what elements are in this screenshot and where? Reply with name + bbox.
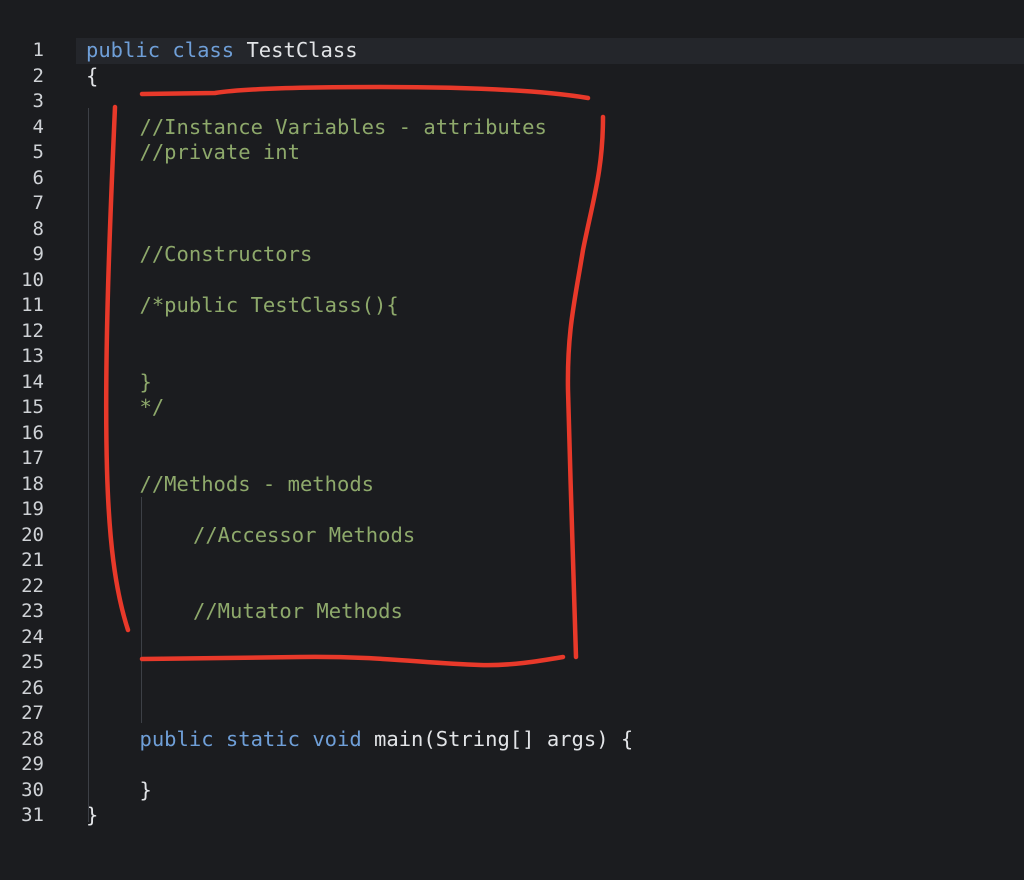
code-token: } [139, 777, 152, 802]
line-number: 22 [21, 574, 44, 597]
line-number: 6 [32, 166, 44, 189]
line-number: 4 [32, 115, 44, 138]
line-number: 17 [21, 447, 44, 470]
annotation-stroke-left [103, 104, 131, 633]
keyword-token: static [225, 726, 300, 751]
comment-token: //Instance Variables - attributes [139, 114, 547, 139]
code-editor[interactable]: 1 2 3 4 5 6 7 8 9 10 11 12 13 14 15 16 17 18 19 20 21 22 23 24 2… [0, 0, 1024, 880]
line-number: 18 [21, 472, 44, 495]
code-line: */ [140, 395, 165, 421]
code-token: { [86, 63, 99, 88]
line-number: 8 [32, 217, 44, 240]
indent-guide [141, 497, 142, 723]
line-number: 13 [21, 345, 44, 368]
keyword-token: void [312, 726, 362, 751]
code-line: { [86, 64, 98, 90]
line-number: 31 [21, 804, 44, 827]
line-number: 12 [21, 319, 44, 342]
code-line: } [140, 778, 152, 804]
line-number: 16 [21, 421, 44, 444]
line-number: 29 [21, 753, 44, 776]
line-number: 11 [21, 294, 44, 317]
code-line: public class TestClass [86, 38, 358, 64]
code-line: //Accessor Methods [193, 523, 415, 549]
comment-token: //Mutator Methods [193, 599, 403, 624]
comment-token: //Constructors [139, 242, 313, 267]
indent-guide [88, 108, 89, 822]
line-number: 19 [21, 498, 44, 521]
line-number: 15 [21, 396, 44, 419]
line-number: 7 [32, 192, 44, 215]
code-line: } [140, 370, 152, 396]
line-number: 5 [32, 141, 44, 164]
line-number: 9 [32, 243, 44, 266]
line-number: 3 [32, 90, 44, 113]
line-number: 14 [21, 370, 44, 393]
line-number: 21 [21, 549, 44, 572]
code-line: //Instance Variables - attributes [140, 115, 547, 141]
line-number: 26 [21, 676, 44, 699]
keyword-token: class [172, 38, 235, 63]
line-number: 30 [21, 778, 44, 801]
annotation-stroke-bottom [139, 654, 566, 668]
code-token: main(String[] args) { [374, 726, 634, 751]
code-line: public static void main(String[] args) { [140, 727, 634, 753]
code-line: //Methods - methods [140, 472, 375, 498]
comment-token: //Accessor Methods [193, 522, 416, 547]
line-number: 10 [21, 268, 44, 291]
code-line: /*public TestClass(){ [140, 293, 399, 319]
code-line: //Constructors [140, 242, 313, 268]
code-line: //private int [140, 140, 300, 166]
line-number: 1 [32, 39, 44, 62]
comment-token: //Methods - methods [139, 471, 375, 496]
comment-token: //private int [139, 140, 300, 165]
comment-token: } [139, 369, 152, 394]
line-number: 27 [21, 702, 44, 725]
code-token: TestClass [246, 38, 358, 63]
comment-token: /*public TestClass(){ [139, 293, 399, 318]
line-number: 24 [21, 625, 44, 648]
line-number: 20 [21, 523, 44, 546]
annotation-stroke-top [139, 84, 591, 101]
line-number: 25 [21, 651, 44, 674]
keyword-token: public [86, 38, 161, 63]
keyword-token: public [139, 726, 214, 751]
line-number: 28 [21, 727, 44, 750]
code-line: //Mutator Methods [193, 599, 403, 625]
line-number: 23 [21, 600, 44, 623]
annotation-stroke-right [565, 114, 606, 660]
comment-token: */ [139, 395, 165, 420]
line-number: 2 [32, 64, 44, 87]
